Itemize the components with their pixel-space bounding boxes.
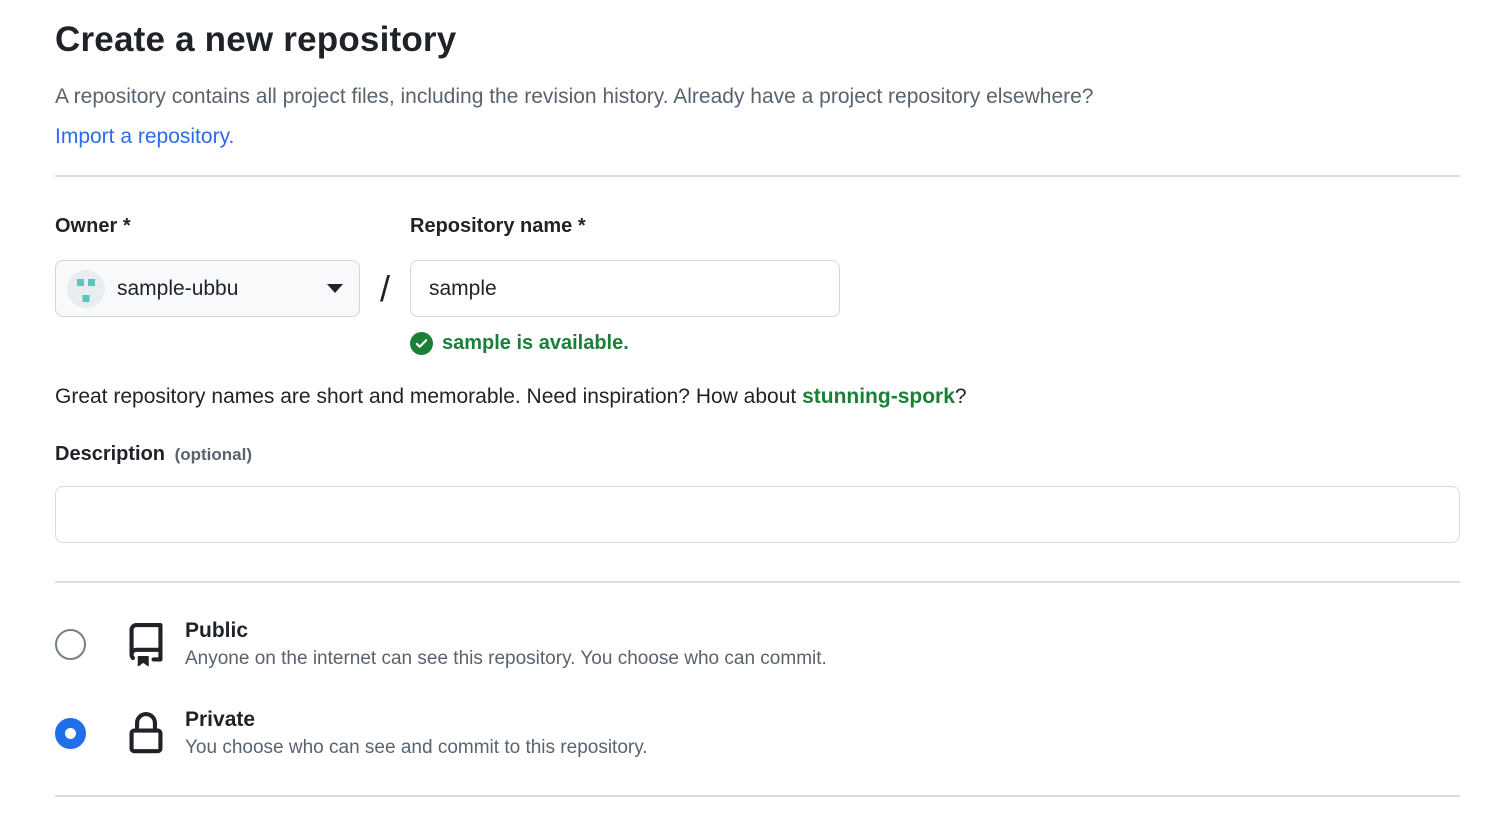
- owner-avatar: [67, 270, 105, 308]
- bottom-divider: [55, 795, 1460, 797]
- top-divider: [55, 175, 1460, 177]
- public-option-text: Public Anyone on the internet can see th…: [185, 617, 827, 672]
- public-radio[interactable]: [55, 629, 86, 660]
- repo-icon: [123, 623, 169, 667]
- description-input[interactable]: [55, 486, 1460, 543]
- description-label: Description (optional): [55, 443, 1460, 466]
- owner-name: sample-ubbu: [117, 277, 238, 301]
- description-label-text: Description: [55, 443, 165, 465]
- repository-name-input[interactable]: [410, 260, 840, 317]
- repository-name-hint: Great repository names are short and mem…: [55, 385, 1460, 409]
- repository-name-required-mark: *: [578, 215, 586, 237]
- visibility-section: Public Anyone on the internet can see th…: [55, 617, 1460, 761]
- page-title: Create a new repository: [55, 20, 1460, 60]
- identicon-image: [67, 270, 105, 308]
- middle-divider: [55, 581, 1460, 583]
- owner-repo-section: Owner * Repository name * sample-ubbu /: [55, 215, 1460, 355]
- owner-label: Owner *: [55, 215, 360, 260]
- public-option-title: Public: [185, 617, 827, 645]
- page-subtitle: A repository contains all project files,…: [55, 82, 1460, 112]
- import-repository-link[interactable]: Import a repository.: [55, 125, 234, 149]
- description-optional-text: (optional): [175, 445, 252, 464]
- lock-icon: [123, 712, 169, 756]
- owner-label-text: Owner: [55, 215, 117, 237]
- availability-text: sample is available.: [442, 332, 629, 355]
- hint-text: Great repository names are short and mem…: [55, 385, 802, 408]
- owner-repo-separator: /: [360, 260, 410, 317]
- repository-name-label-text: Repository name: [410, 215, 572, 237]
- visibility-option-private[interactable]: Private You choose who can see and commi…: [55, 706, 1460, 761]
- create-repository-page: Create a new repository A repository con…: [0, 0, 1496, 797]
- private-radio[interactable]: [55, 718, 86, 749]
- chevron-down-icon: [327, 284, 343, 293]
- visibility-option-public[interactable]: Public Anyone on the internet can see th…: [55, 617, 1460, 672]
- owner-required-mark: *: [123, 215, 131, 237]
- suggested-name-link[interactable]: stunning-spork: [802, 385, 955, 408]
- check-circle-icon: [410, 332, 433, 355]
- availability-message: sample is available.: [410, 332, 840, 355]
- public-option-description: Anyone on the internet can see this repo…: [185, 645, 827, 672]
- private-option-title: Private: [185, 706, 648, 734]
- private-option-description: You choose who can see and commit to thi…: [185, 734, 648, 761]
- private-option-text: Private You choose who can see and commi…: [185, 706, 648, 761]
- owner-select-button[interactable]: sample-ubbu: [55, 260, 360, 317]
- hint-question-mark: ?: [955, 385, 967, 408]
- repository-name-label: Repository name *: [410, 215, 840, 260]
